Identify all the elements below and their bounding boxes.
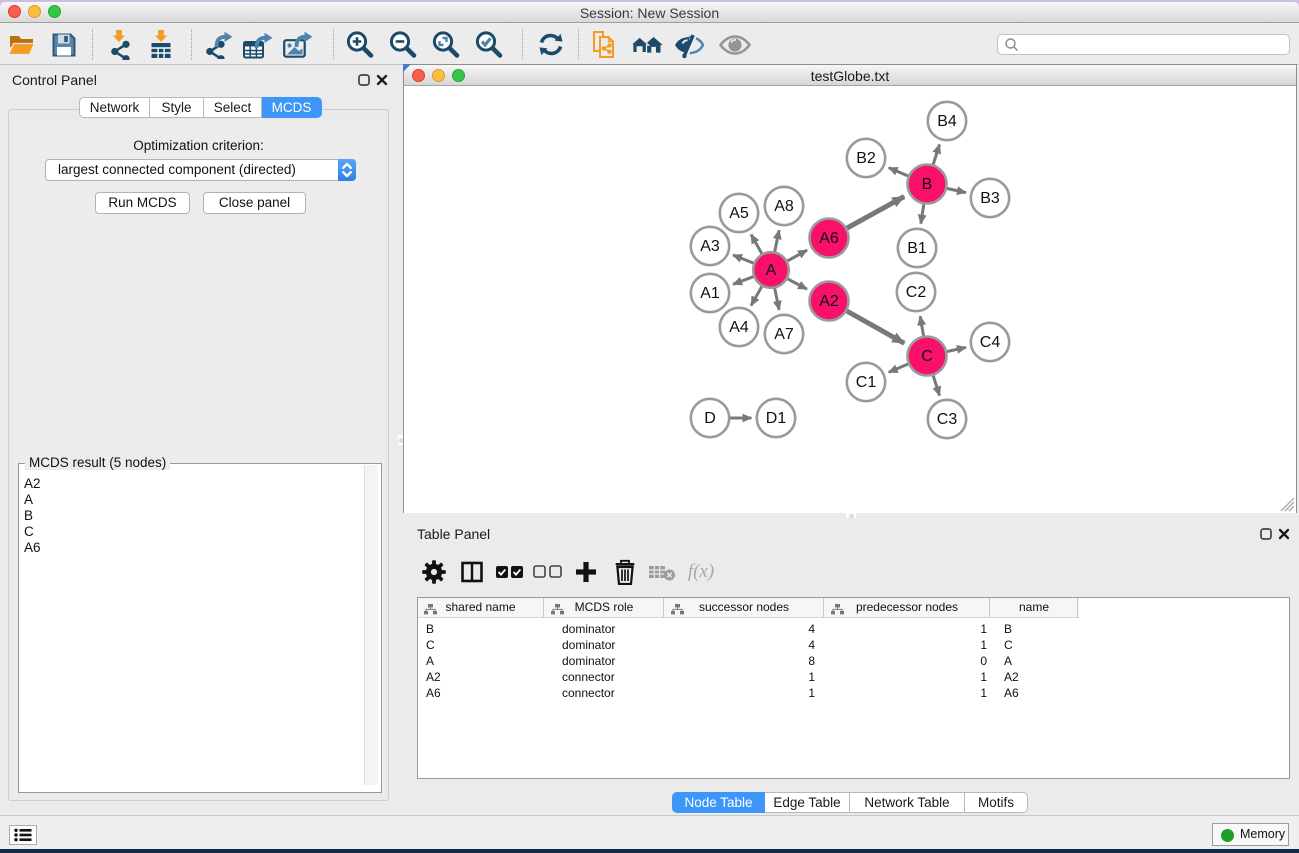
svg-text:A8: A8 (774, 198, 794, 215)
svg-text:B1: B1 (907, 240, 927, 257)
svg-text:A: A (766, 262, 777, 279)
svg-text:C1: C1 (856, 374, 877, 391)
svg-text:D: D (704, 410, 716, 427)
svg-text:D1: D1 (766, 410, 787, 427)
svg-text:C3: C3 (937, 411, 958, 428)
svg-text:A5: A5 (729, 205, 749, 222)
svg-text:A7: A7 (774, 326, 794, 343)
svg-text:A6: A6 (819, 230, 839, 247)
svg-text:B: B (922, 176, 933, 193)
svg-text:B3: B3 (980, 190, 1000, 207)
svg-text:A4: A4 (729, 319, 749, 336)
svg-text:B4: B4 (937, 113, 957, 130)
svg-text:C: C (921, 348, 933, 365)
svg-text:C4: C4 (980, 334, 1001, 351)
svg-text:A1: A1 (700, 285, 720, 302)
svg-text:B2: B2 (856, 150, 876, 167)
svg-text:A3: A3 (700, 238, 720, 255)
svg-text:A2: A2 (819, 293, 839, 310)
svg-text:C2: C2 (906, 284, 927, 301)
